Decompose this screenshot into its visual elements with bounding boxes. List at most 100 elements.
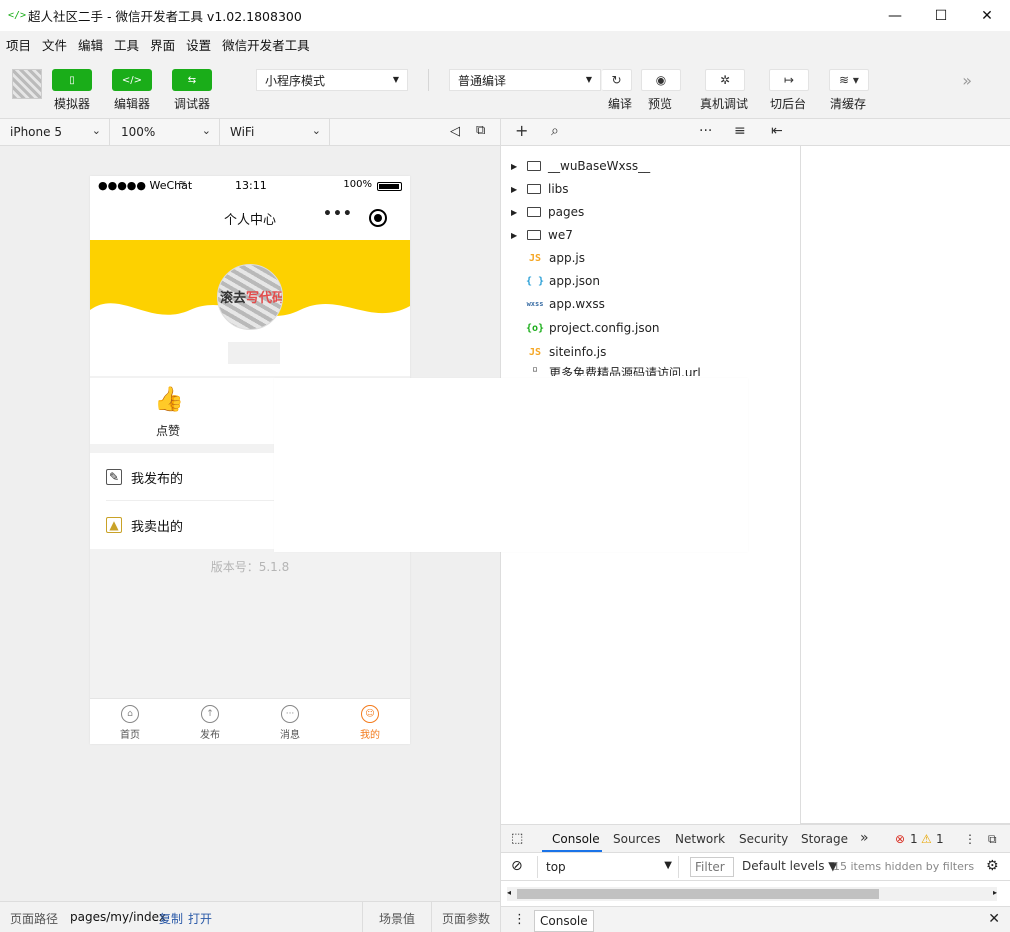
layout-toggle-icon[interactable]: ⇤ <box>771 123 783 139</box>
settings-gear-icon[interactable]: ⚙ <box>986 858 999 874</box>
tree-file-url[interactable]: ▫ 更多免费精品源码请访问.url <box>501 364 701 376</box>
network-select-value: WiFi <box>230 125 255 139</box>
mode-select[interactable]: 小程序模式 ▼ <box>256 69 408 91</box>
drawer-menu-icon[interactable]: ⋮ <box>513 912 526 927</box>
tree-file-app-js[interactable]: JS app.js <box>501 247 585 269</box>
scene-value-button[interactable]: 场景值 <box>379 910 415 927</box>
console-filter-input[interactable]: Filter <box>690 857 734 877</box>
tab-publish[interactable]: ↑ 发布 <box>170 699 250 744</box>
page-params-button[interactable]: 页面参数 <box>442 910 490 927</box>
editor-toggle-button[interactable]: </> <box>112 69 152 91</box>
menu-edit[interactable]: 编辑 <box>78 35 103 54</box>
tree-file-project-config[interactable]: {o} project.config.json <box>501 317 660 339</box>
volume-icon[interactable]: ◁ <box>450 124 460 139</box>
compile-mode-select[interactable]: 普通编译 ▼ <box>449 69 601 91</box>
simulator-toggle-button[interactable]: ▯ <box>52 69 92 91</box>
menu-tools[interactable]: 工具 <box>114 35 139 54</box>
drawer-tab-console[interactable]: Console <box>534 910 594 932</box>
copy-link[interactable]: 复制 <box>159 910 183 927</box>
inspect-element-icon[interactable]: ⬚ <box>511 831 523 846</box>
log-levels-select[interactable]: Default levels ▼ <box>742 859 838 873</box>
tree-file-app-json[interactable]: { } app.json <box>501 270 600 292</box>
background-button[interactable]: ↦ <box>769 69 809 91</box>
layers-icon: ≋ ▾ <box>839 73 859 87</box>
tree-file-app-wxss[interactable]: wxss app.wxss <box>501 293 605 315</box>
code-icon: </> <box>121 74 143 86</box>
scroll-right-icon[interactable]: ▸ <box>993 888 997 897</box>
device-select[interactable]: iPhone 5 ⌄ <box>0 119 110 145</box>
tab-messages[interactable]: ··· 消息 <box>250 699 330 744</box>
status-footer: 页面路径 pages/my/index 复制 打开 场景值 页面参数 <box>0 901 501 932</box>
remote-debug-button[interactable]: ✲ <box>705 69 745 91</box>
more-dots-icon[interactable]: ••• <box>323 206 353 222</box>
tree-file-siteinfo-js[interactable]: JS siteinfo.js <box>501 341 606 363</box>
menu-file[interactable]: 文件 <box>42 35 67 54</box>
add-file-icon[interactable]: + <box>515 121 528 140</box>
avatar-text-a: 滚去 <box>220 291 247 306</box>
profile-avatar[interactable]: 滚去写代码 <box>217 264 283 330</box>
context-value: top <box>546 860 566 874</box>
tab-label: 首页 <box>120 730 140 741</box>
main-toolbar: ▯ 模拟器 </> 编辑器 ⇆ 调试器 小程序模式 ▼ 普通编译 ▼ ↻ 编译 … <box>0 57 1010 119</box>
title-bar: </> 超人社区二手 - 微信开发者工具 v1.02.1808300 — ☐ ✕ <box>0 0 1010 31</box>
search-icon[interactable]: ⌕ <box>551 123 559 139</box>
chat-icon: ··· <box>281 705 299 723</box>
simulator-options-bar: iPhone 5 ⌄ 100% ⌄ WiFi ⌄ ◁ ⧉ <box>0 119 501 146</box>
scrollbar-thumb[interactable] <box>517 889 879 899</box>
minimize-button[interactable]: — <box>872 0 918 31</box>
close-button[interactable]: ✕ <box>964 0 1010 31</box>
tab-console[interactable]: Console <box>552 832 600 846</box>
tree-folder-we7[interactable]: ▶ we7 <box>501 224 573 246</box>
clear-console-icon[interactable]: ⊘ <box>511 858 523 874</box>
maximize-button[interactable]: ☐ <box>918 0 964 31</box>
more-tabs-icon[interactable]: » <box>860 830 869 846</box>
detach-window-icon[interactable]: ⧉ <box>476 123 485 138</box>
editor-panel-header <box>801 119 1010 146</box>
tab-home[interactable]: ⌂ 首页 <box>90 699 170 744</box>
open-link[interactable]: 打开 <box>188 910 212 927</box>
collapse-all-icon[interactable]: ≡ <box>734 123 746 139</box>
tab-network[interactable]: Network <box>675 832 725 846</box>
close-capsule-icon[interactable] <box>369 209 387 227</box>
avatar-text: 滚去写代码 <box>220 287 283 306</box>
more-options-icon[interactable]: ··· <box>699 123 712 139</box>
context-select[interactable]: top ▼ <box>537 856 679 878</box>
remote-debug-label: 真机调试 <box>700 97 749 111</box>
tree-item-label: 更多免费精品源码请访问.url <box>549 366 701 376</box>
menu-project[interactable]: 项目 <box>6 35 31 54</box>
menu-bar: 项目 文件 编辑 工具 界面 设置 微信开发者工具 <box>0 31 1010 57</box>
tree-folder-pages[interactable]: ▶ pages <box>501 201 584 223</box>
warning-icon[interactable]: ⚠ <box>921 832 932 846</box>
preview-button[interactable]: ◉ <box>641 69 681 91</box>
undock-icon[interactable]: ⧉ <box>988 832 997 847</box>
toolbar-more-icon[interactable]: » <box>962 71 972 90</box>
close-drawer-icon[interactable]: ✕ <box>988 911 1000 927</box>
avatar-text-b: 写代码 <box>246 291 283 306</box>
tab-storage[interactable]: Storage <box>801 832 848 846</box>
editor-label: 编辑器 <box>113 97 150 111</box>
menu-settings[interactable]: 设置 <box>186 35 211 54</box>
active-tab-indicator <box>542 850 602 852</box>
toolbar-divider <box>428 69 429 91</box>
clear-cache-button[interactable]: ≋ ▾ <box>829 69 869 91</box>
compile-button[interactable]: ↻ <box>602 69 632 91</box>
config-file-icon: {o} <box>525 322 545 334</box>
user-avatar[interactable] <box>12 69 42 99</box>
scroll-left-icon[interactable]: ◂ <box>507 888 511 897</box>
network-select[interactable]: WiFi ⌄ <box>220 119 330 145</box>
menu-view[interactable]: 界面 <box>150 35 175 54</box>
error-icon[interactable]: ⊗ <box>895 832 905 846</box>
tree-folder-wubasewxss[interactable]: ▶ __wuBaseWxss__ <box>501 155 650 177</box>
tab-sources[interactable]: Sources <box>613 832 660 846</box>
tab-security[interactable]: Security <box>739 832 788 846</box>
horizontal-scrollbar[interactable]: ◂ ▸ <box>507 887 997 901</box>
debugger-toggle-button[interactable]: ⇆ <box>172 69 212 91</box>
zoom-select[interactable]: 100% ⌄ <box>110 119 220 145</box>
compile-select-value: 普通编译 <box>458 73 507 88</box>
tab-label: 发布 <box>200 730 220 741</box>
tab-mine[interactable]: ☺ 我的 <box>330 699 410 744</box>
kebab-menu-icon[interactable]: ⋮ <box>964 832 976 846</box>
menu-wechat-devtools[interactable]: 微信开发者工具 <box>222 35 310 54</box>
profile-banner: 滚去写代码 <box>90 240 410 376</box>
tree-folder-libs[interactable]: ▶ libs <box>501 178 569 200</box>
